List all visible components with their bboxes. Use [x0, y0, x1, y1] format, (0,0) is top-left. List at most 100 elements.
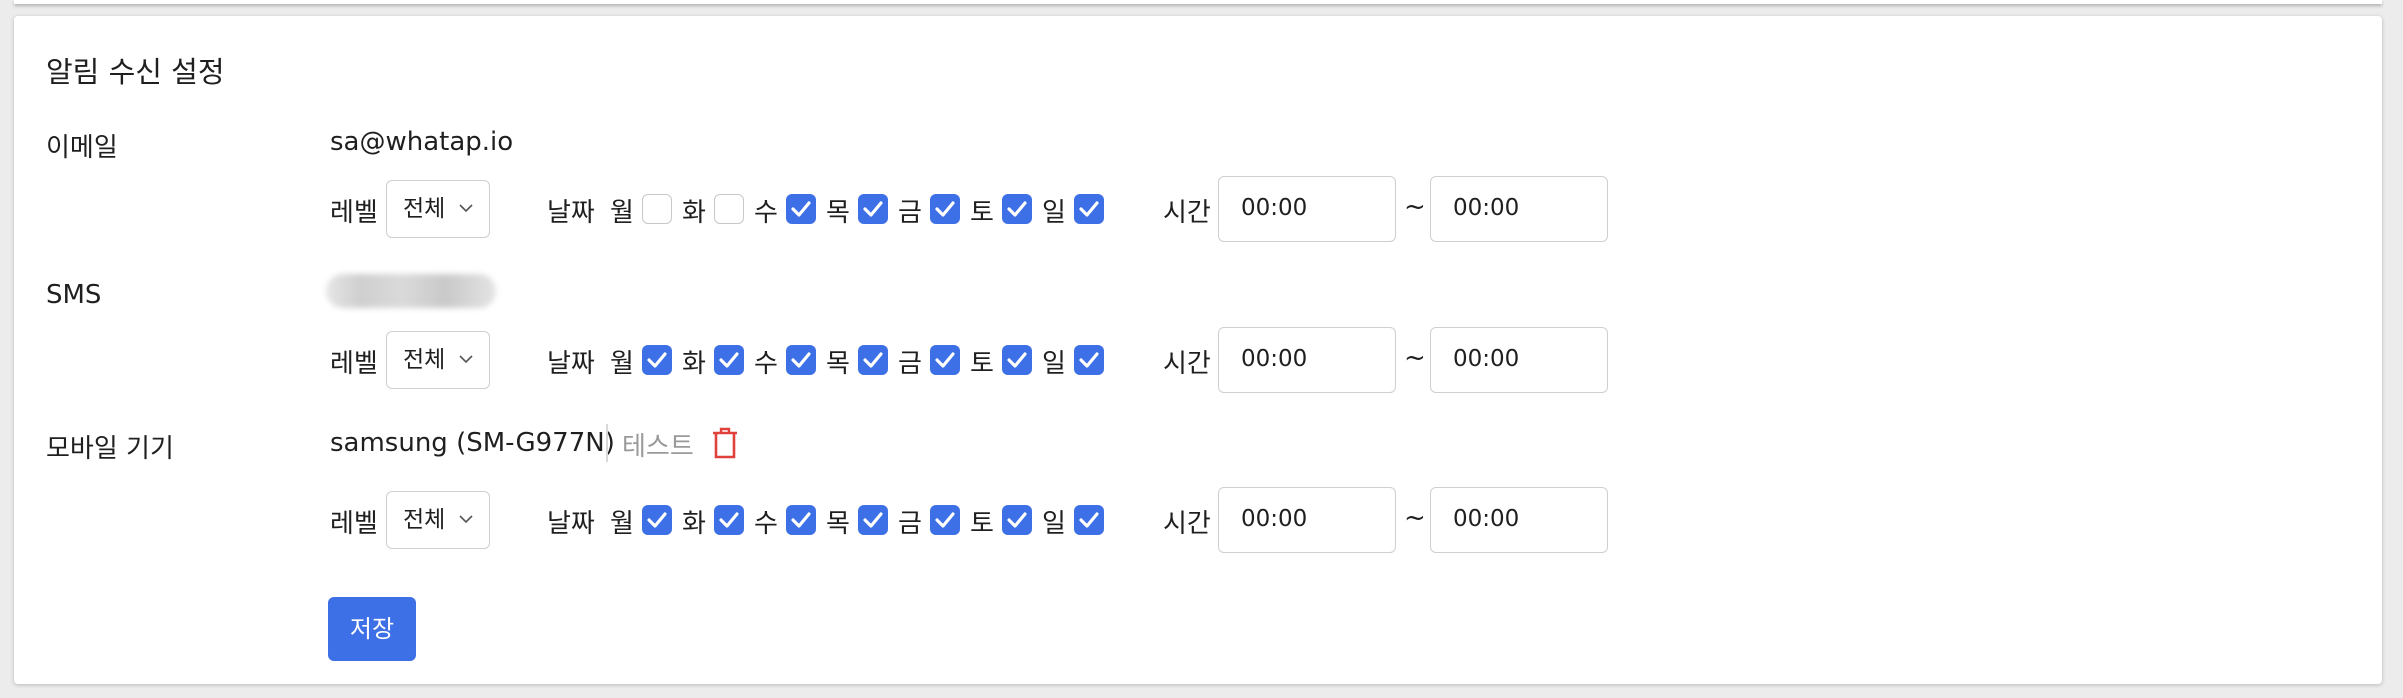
time-range-separator: ~	[1404, 192, 1426, 222]
email-value: sa@whatap.io	[330, 127, 514, 157]
checkmark-icon	[647, 512, 667, 528]
time-label: 시간	[1163, 349, 1211, 379]
level-select-value: 전체	[403, 507, 446, 533]
level-select-value: 전체	[403, 347, 446, 373]
sms-day-checkbox-fri[interactable]	[930, 345, 960, 375]
day-label-sat: 토	[970, 509, 994, 539]
day-label-thu: 목	[826, 509, 850, 539]
day-label-sat: 토	[970, 198, 994, 228]
save-button[interactable]: 저장	[328, 597, 416, 661]
email-time-to-input[interactable]: 00:00	[1430, 176, 1608, 242]
mobile-day-checkbox-fri[interactable]	[930, 505, 960, 535]
mobile-day-checkbox-tue[interactable]	[714, 505, 744, 535]
sms-level-select[interactable]: 전체	[386, 331, 490, 389]
checkmark-icon	[1007, 352, 1027, 368]
sms-day-checkbox-mon[interactable]	[642, 345, 672, 375]
sms-day-checkbox-sun[interactable]	[1074, 345, 1104, 375]
checkmark-icon	[1079, 512, 1099, 528]
day-label-fri: 금	[898, 198, 922, 228]
sms-day-checkbox-sat[interactable]	[1002, 345, 1032, 375]
date-label: 날짜	[547, 198, 595, 228]
checkmark-icon	[863, 512, 883, 528]
divider	[606, 424, 608, 462]
mobile-level-select[interactable]: 전체	[386, 491, 490, 549]
checkmark-icon	[719, 352, 739, 368]
checkmark-icon	[935, 201, 955, 217]
checkmark-icon	[719, 512, 739, 528]
day-label-sun: 일	[1042, 198, 1066, 228]
level-label: 레벨	[330, 509, 378, 539]
email-day-checkbox-fri[interactable]	[930, 194, 960, 224]
day-label-tue: 화	[682, 349, 706, 379]
day-label-fri: 금	[898, 509, 922, 539]
email-day-checkbox-sat[interactable]	[1002, 194, 1032, 224]
masked-phone-number	[326, 274, 496, 308]
day-label-sun: 일	[1042, 349, 1066, 379]
chevron-down-icon	[459, 204, 473, 213]
sms-settings-row: 레벨 전체 날짜 시간 00:00 ~ 00:00 월 화 수 목 금 토 일	[0, 327, 2403, 397]
mobile-day-checkbox-sun[interactable]	[1074, 505, 1104, 535]
checkmark-icon	[863, 352, 883, 368]
checkmark-icon	[1007, 201, 1027, 217]
email-day-checkbox-sun[interactable]	[1074, 194, 1104, 224]
day-label-wed: 수	[754, 198, 778, 228]
checkmark-icon	[1007, 512, 1027, 528]
trash-icon[interactable]	[710, 426, 740, 460]
day-label-mon: 월	[610, 509, 634, 539]
email-day-checkbox-tue[interactable]	[714, 194, 744, 224]
test-button[interactable]: 테스트	[622, 426, 694, 463]
mobile-day-checkbox-sat[interactable]	[1002, 505, 1032, 535]
day-label-tue: 화	[682, 509, 706, 539]
checkmark-icon	[1079, 201, 1099, 217]
day-label-wed: 수	[754, 509, 778, 539]
mobile-device-label: 모바일 기기	[46, 434, 174, 464]
sms-day-checkbox-wed[interactable]	[786, 345, 816, 375]
checkmark-icon	[935, 352, 955, 368]
mobile-device-name: samsung (SM-G977N)	[330, 428, 615, 458]
level-label: 레벨	[330, 349, 378, 379]
previous-card-edge	[14, 0, 2382, 4]
mobile-time-from-input[interactable]: 00:00	[1218, 487, 1396, 553]
level-select-value: 전체	[403, 196, 446, 222]
email-time-from-input[interactable]: 00:00	[1218, 176, 1396, 242]
day-label-wed: 수	[754, 349, 778, 379]
date-label: 날짜	[547, 349, 595, 379]
checkmark-icon	[647, 352, 667, 368]
checkmark-icon	[935, 512, 955, 528]
day-label-tue: 화	[682, 198, 706, 228]
sms-day-checkbox-thu[interactable]	[858, 345, 888, 375]
email-label: 이메일	[46, 133, 118, 163]
mobile-day-checkbox-wed[interactable]	[786, 505, 816, 535]
mobile-day-checkbox-mon[interactable]	[642, 505, 672, 535]
mobile-settings-row: 레벨 전체 날짜 시간 00:00 ~ 00:00 월 화 수 목 금 토 일	[0, 487, 2403, 557]
sms-day-checkbox-tue[interactable]	[714, 345, 744, 375]
day-label-sat: 토	[970, 349, 994, 379]
mobile-time-to-input[interactable]: 00:00	[1430, 487, 1608, 553]
day-label-thu: 목	[826, 198, 850, 228]
email-day-checkbox-wed[interactable]	[786, 194, 816, 224]
sms-label: SMS	[46, 280, 102, 310]
checkmark-icon	[791, 352, 811, 368]
time-range-separator: ~	[1404, 503, 1426, 533]
email-day-checkbox-thu[interactable]	[858, 194, 888, 224]
time-label: 시간	[1163, 509, 1211, 539]
mobile-day-checkbox-thu[interactable]	[858, 505, 888, 535]
email-day-checkbox-mon[interactable]	[642, 194, 672, 224]
sms-time-from-input[interactable]: 00:00	[1218, 327, 1396, 393]
email-settings-row: 레벨 전체 날짜 시간 00:00 ~ 00:00 월 화 수 목 금 토 일	[0, 176, 2403, 246]
chevron-down-icon	[459, 355, 473, 364]
checkmark-icon	[1079, 352, 1099, 368]
checkmark-icon	[863, 201, 883, 217]
date-label: 날짜	[547, 509, 595, 539]
email-level-select[interactable]: 전체	[386, 180, 490, 238]
page-title: 알림 수신 설정	[46, 55, 225, 89]
checkmark-icon	[791, 512, 811, 528]
day-label-mon: 월	[610, 349, 634, 379]
sms-time-to-input[interactable]: 00:00	[1430, 327, 1608, 393]
level-label: 레벨	[330, 198, 378, 228]
checkmark-icon	[791, 201, 811, 217]
chevron-down-icon	[459, 515, 473, 524]
day-label-mon: 월	[610, 198, 634, 228]
day-label-sun: 일	[1042, 509, 1066, 539]
time-range-separator: ~	[1404, 343, 1426, 373]
